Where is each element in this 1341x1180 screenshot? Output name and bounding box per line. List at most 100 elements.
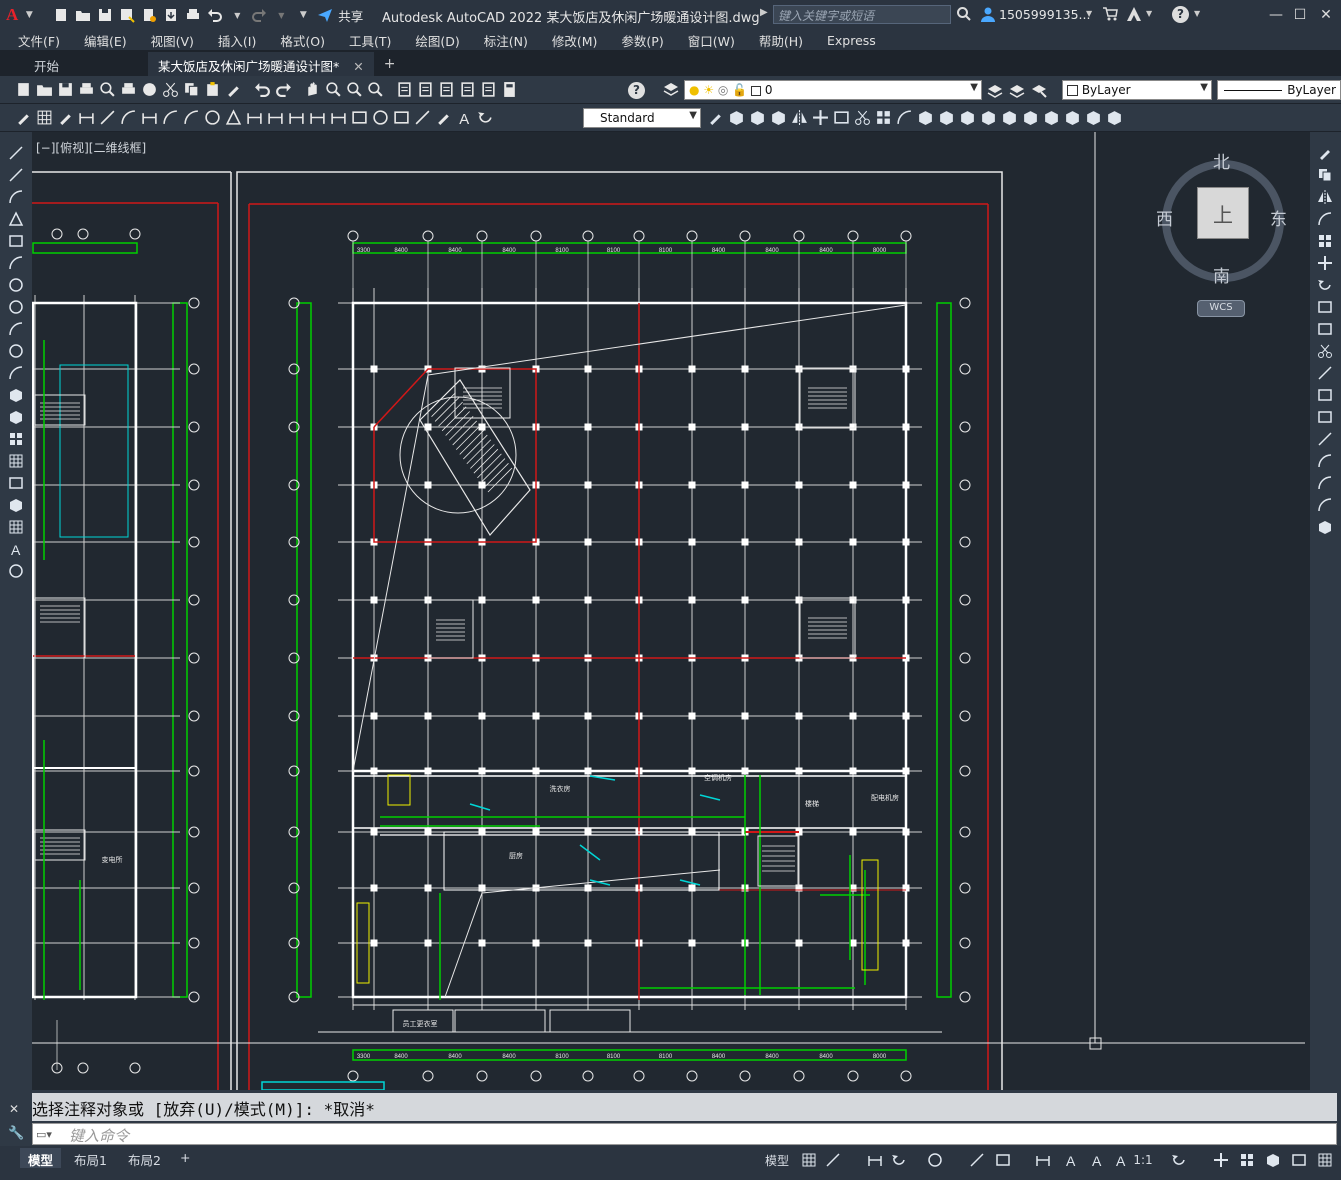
ellipse-arc-icon[interactable] (7, 364, 25, 382)
polar-toggle-icon[interactable] (890, 1151, 908, 1169)
center-mark-icon[interactable] (371, 108, 390, 127)
customize-icon[interactable]: ▼ (295, 7, 311, 23)
circle-tool-icon[interactable] (7, 276, 25, 294)
autodesk-app-icon[interactable] (1126, 6, 1142, 25)
dim-edit-icon[interactable] (434, 108, 453, 127)
menu-draw[interactable]: 绘图(D) (415, 31, 471, 50)
union-icon[interactable] (937, 108, 956, 127)
rotate-tool-icon[interactable] (1316, 276, 1334, 294)
save-as-icon[interactable] (119, 7, 135, 23)
zoom-window-icon[interactable] (345, 80, 364, 99)
dim-style-icon[interactable] (14, 108, 33, 127)
linear-dim-icon[interactable] (77, 108, 96, 127)
add-layout-button[interactable]: + (172, 1148, 198, 1168)
construction-line-icon[interactable] (7, 166, 25, 184)
extrude-icon[interactable] (1021, 108, 1040, 127)
radius-dim-icon[interactable] (161, 108, 180, 127)
inspection-icon[interactable] (392, 108, 411, 127)
tab-layout2[interactable]: 布局2 (120, 1148, 169, 1168)
copy-tool-icon[interactable] (1316, 166, 1334, 184)
pan-icon[interactable] (303, 80, 322, 99)
move-3d-icon[interactable] (811, 108, 830, 127)
viewcube[interactable]: 北 西 东 南 上 WCS (1150, 150, 1290, 320)
menu-file[interactable]: 文件(F) (18, 31, 72, 50)
copy-icon[interactable] (182, 80, 201, 99)
explode-tool-icon[interactable] (1316, 518, 1334, 536)
polyline-icon[interactable] (7, 188, 25, 206)
layer-properties-icon[interactable] (662, 81, 680, 102)
new-file-icon[interactable] (53, 7, 69, 23)
add-selected-icon[interactable] (7, 562, 25, 580)
clean-screen-icon[interactable] (1290, 1151, 1308, 1169)
polygon-icon[interactable] (7, 210, 25, 228)
layer-freeze-icon[interactable]: ◎ (718, 83, 728, 97)
region-icon[interactable] (7, 474, 25, 492)
layer-lock-icon[interactable]: 🔓 (732, 83, 747, 97)
break-point-icon[interactable] (1316, 386, 1334, 404)
close-button[interactable]: ✕ (1316, 5, 1336, 25)
open-file-icon[interactable] (75, 7, 91, 23)
sheet-set-icon[interactable] (458, 80, 477, 99)
tab-drawing[interactable]: 某大饭店及休闲广场暖通设计图* ✕ (148, 52, 374, 76)
app-logo[interactable]: A (6, 5, 18, 25)
viewcube-top-face[interactable]: 上 (1197, 187, 1249, 239)
command-prompt-icon[interactable]: ▭▾ (36, 1128, 52, 1141)
tolerance-icon[interactable] (350, 108, 369, 127)
cut-icon[interactable] (161, 80, 180, 99)
subtract-icon[interactable] (958, 108, 977, 127)
menu-dimension[interactable]: 标注(N) (484, 31, 540, 50)
dim-text-edit-icon[interactable]: A (455, 108, 474, 127)
save-web-icon[interactable] (163, 7, 179, 23)
grid-toggle-icon[interactable] (800, 1151, 818, 1169)
wcs-menu-button[interactable]: WCS (1197, 300, 1245, 317)
match-properties-icon[interactable] (224, 80, 243, 99)
line-tool-icon[interactable] (7, 144, 25, 162)
annotation-monitor-icon[interactable] (1212, 1151, 1230, 1169)
redo-dropdown-icon[interactable]: ▼ (273, 7, 289, 23)
command-customize-icon[interactable]: 🔧 (8, 1126, 24, 1141)
jogged-dim-icon[interactable] (182, 108, 201, 127)
insert-block-icon[interactable] (7, 386, 25, 404)
annotation-scale-icon[interactable]: A (1112, 1151, 1130, 1169)
presspull-icon[interactable] (1105, 108, 1124, 127)
menu-parametric[interactable]: 参数(P) (621, 31, 675, 50)
angular-dim-icon[interactable] (224, 108, 243, 127)
help-toolbar-icon[interactable]: ? (628, 82, 645, 99)
erase-tool-icon[interactable] (1316, 144, 1334, 162)
markup-icon[interactable] (479, 80, 498, 99)
ordinate-dim-icon[interactable] (140, 108, 159, 127)
menu-help[interactable]: 帮助(H) (759, 31, 815, 50)
spline-icon[interactable] (7, 320, 25, 338)
workspace-icon[interactable] (1170, 1151, 1188, 1169)
viewport-controls-label[interactable]: [−][俯视][二维线框] (36, 139, 146, 156)
qopen-icon[interactable] (35, 80, 54, 99)
redo-icon[interactable] (251, 7, 267, 23)
layer-sun-icon[interactable]: ☀ (703, 83, 714, 97)
extend-tool-icon[interactable] (1316, 364, 1334, 382)
user-name[interactable]: 1505999135... (999, 7, 1090, 22)
rectangle-icon[interactable] (7, 232, 25, 250)
snap-dropdown-icon[interactable] (824, 1151, 842, 1169)
table-icon[interactable] (7, 518, 25, 536)
paste-icon[interactable] (203, 80, 222, 99)
quick-calc-icon[interactable] (500, 80, 519, 99)
redo-tb-icon[interactable] (274, 80, 293, 99)
textstyle-edit-icon[interactable] (706, 108, 725, 127)
copy-object-icon[interactable] (727, 108, 746, 127)
zoom-previous-icon[interactable] (366, 80, 385, 99)
model-space-button[interactable]: 模型 (764, 1151, 790, 1169)
break-tool-icon[interactable] (1316, 408, 1334, 426)
plot-icon[interactable] (185, 7, 201, 23)
user-dropdown-icon[interactable]: ▼ (1086, 9, 1092, 18)
jogged-linear-icon[interactable] (413, 108, 432, 127)
stretch-tool-icon[interactable] (1316, 320, 1334, 338)
publish-icon[interactable] (119, 80, 138, 99)
quick-dim-icon[interactable] (245, 108, 264, 127)
command-input[interactable]: 键入命令 (32, 1123, 1337, 1145)
share-icon[interactable] (317, 7, 333, 23)
command-close-icon[interactable]: ✕ (9, 1102, 19, 1116)
drawing-canvas[interactable]: 3300 3300 8400 8400 8400 8400 8400 8400 8100 8100… (32, 132, 1310, 1090)
chamfer-icon[interactable] (916, 108, 935, 127)
viewcube-south[interactable]: 南 (1213, 262, 1230, 287)
viewcube-west[interactable]: 西 (1156, 205, 1173, 230)
